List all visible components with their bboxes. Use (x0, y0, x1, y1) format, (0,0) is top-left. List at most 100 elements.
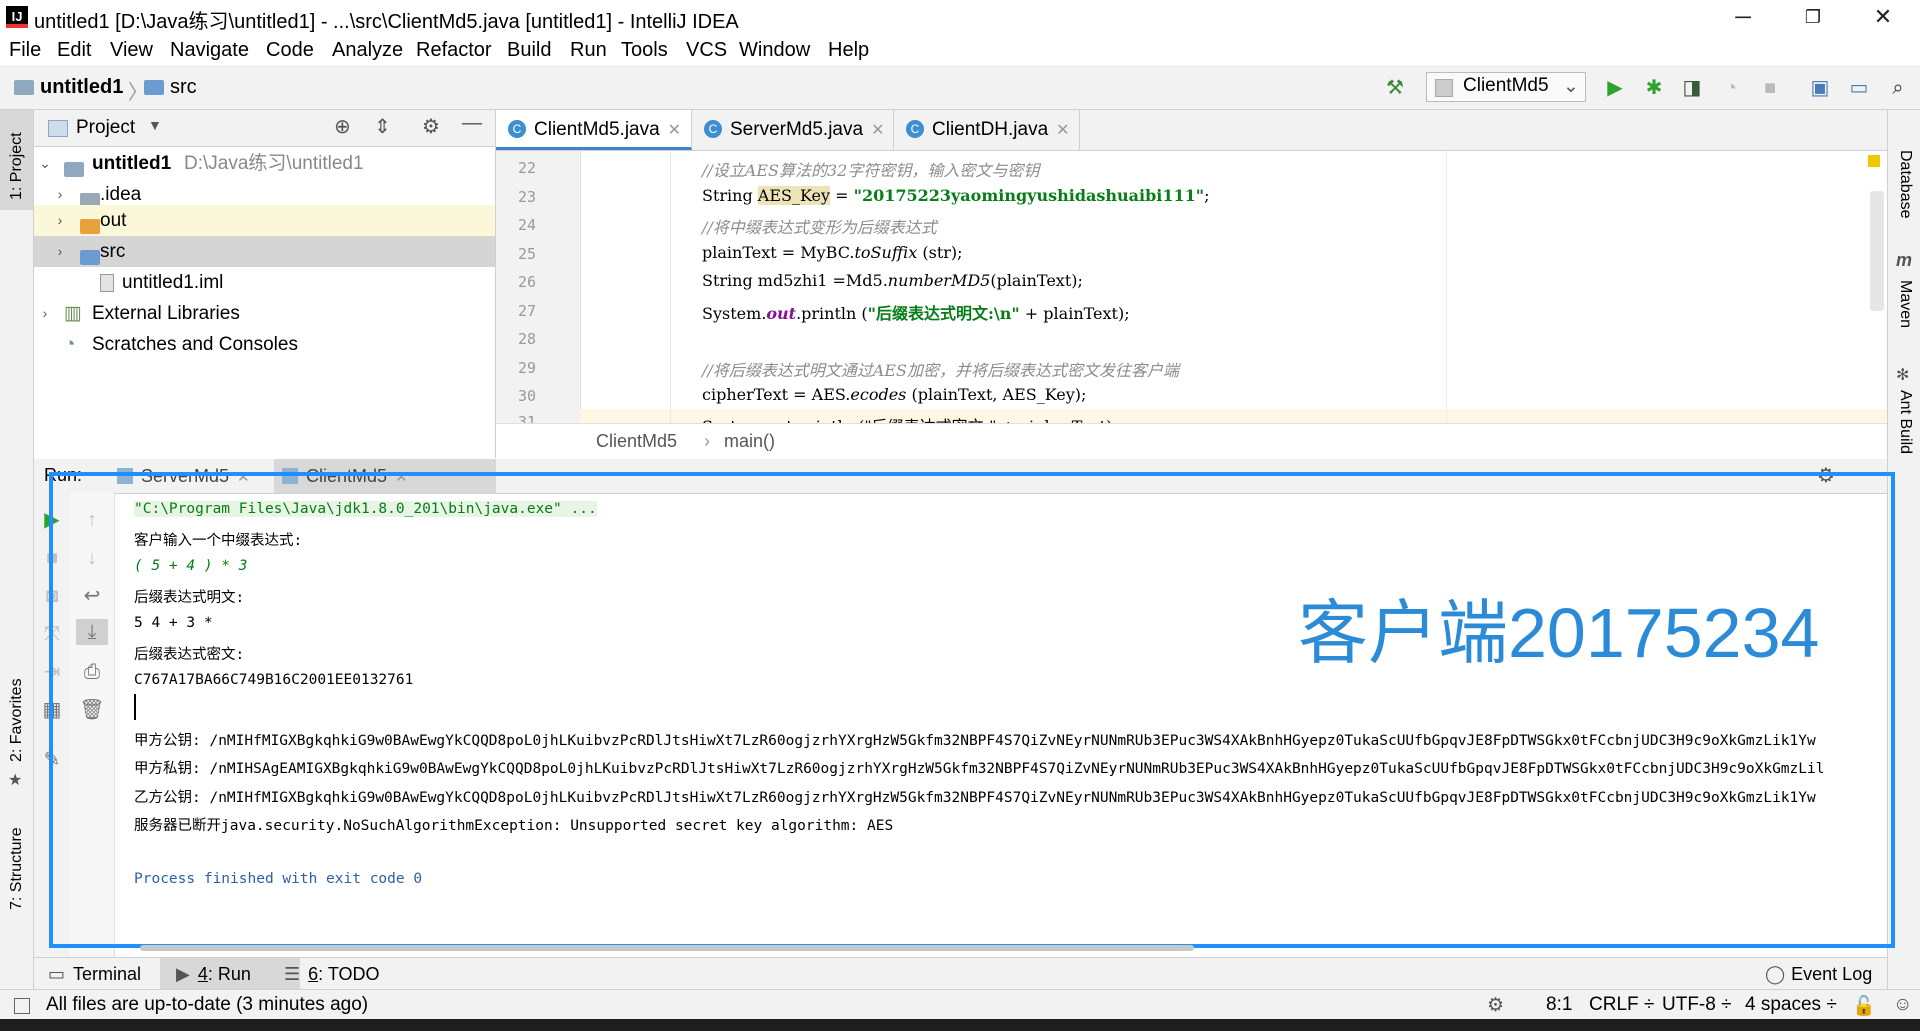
tab-terminal-label: Terminal (73, 964, 142, 984)
tree-item-untitled1[interactable]: ⌄ untitled1 D:\Java练习\untitled1 (34, 148, 495, 179)
maven-tool-label[interactable]: Maven (1896, 280, 1914, 328)
ant-build-tool-label[interactable]: Ant Build (1896, 390, 1914, 454)
chevron-right-icon[interactable]: › (53, 236, 67, 267)
maven-icon: m (1896, 250, 1913, 270)
star-icon: ★ (8, 772, 23, 789)
menu-code[interactable]: Code (266, 39, 314, 62)
tab-clientdh[interactable]: C ClientDH.java ✕ (894, 110, 1080, 150)
project-structure-icon[interactable]: ▣ (1808, 76, 1832, 100)
tab-terminal[interactable]: ▭ Terminal (48, 958, 163, 990)
search-icon[interactable]: ⌕ (1886, 76, 1910, 100)
warning-marker-icon[interactable] (1868, 155, 1880, 167)
menu-refactor[interactable]: Refactor (416, 39, 492, 62)
favorites-tool-label[interactable]: 2: Favorites (8, 678, 26, 762)
menu-analyze[interactable]: Analyze (332, 39, 403, 62)
close-tab-icon[interactable]: ✕ (871, 122, 884, 139)
code-editor[interactable]: 22 23 24 25 26 27 28 29 30 31 //设立AES算法的… (496, 151, 1887, 423)
tab-servermd5[interactable]: C ServerMd5.java ✕ (692, 110, 894, 150)
intellij-logo-icon: IJ (6, 6, 28, 28)
menu-help[interactable]: Help (828, 39, 869, 62)
tab-todo-label: : TODO (318, 964, 380, 984)
build-hammer-icon[interactable]: ⚒ (1383, 76, 1407, 100)
line-number: 29 (517, 359, 536, 377)
hide-panel-icon[interactable]: — (462, 112, 482, 135)
source-folder-icon (80, 250, 100, 265)
database-tool-label[interactable]: Database (1896, 150, 1914, 219)
breadcrumb-src[interactable]: src (144, 76, 197, 99)
menu-bar: File Edit View Navigate Code Analyze Ref… (0, 36, 1920, 67)
tree-item-external-libraries[interactable]: › ▥ External Libraries (34, 298, 495, 329)
tab-todo[interactable]: ☰ 6: TODO (284, 958, 414, 990)
editor-breadcrumb: ClientMd5 › main() (496, 423, 1887, 460)
menu-vcs[interactable]: VCS (686, 39, 727, 62)
left-tool-strip: 1: Project 2: Favorites ★ 7: Structure (0, 110, 34, 990)
os-taskbar (0, 1019, 1920, 1031)
console-horizontal-scrollbar[interactable] (140, 945, 1194, 951)
project-panel-header: Project ▼ ⊕ ⇕ ⚙ — (34, 110, 495, 147)
code-token: = (830, 186, 854, 205)
menu-run[interactable]: Run (570, 39, 607, 62)
tab-clientmd5[interactable]: C ClientMd5.java ✕ (496, 110, 692, 150)
status-toggle-icon[interactable] (14, 998, 30, 1014)
ant-icon: ✻ (1896, 367, 1910, 384)
tree-item-out[interactable]: › out (34, 205, 495, 236)
menu-view[interactable]: View (110, 39, 153, 62)
menu-build[interactable]: Build (507, 39, 551, 62)
debug-icon[interactable]: ✱ (1642, 76, 1666, 100)
locate-icon[interactable]: ⊕ (334, 114, 351, 139)
run-icon[interactable]: ▶ (1603, 76, 1627, 100)
stop-icon[interactable]: ■ (1758, 76, 1782, 100)
close-tab-icon[interactable]: ✕ (1056, 122, 1069, 139)
project-view-select[interactable]: Project (76, 117, 135, 139)
module-folder-icon (64, 162, 84, 177)
code-token: System. (702, 304, 767, 323)
tree-item-src[interactable]: › src (34, 236, 495, 267)
tree-item-path: D:\Java练习\untitled1 (184, 153, 364, 174)
profile-icon[interactable]: ◔ (1719, 76, 1743, 100)
tree-item-scratches[interactable]: ◔ Scratches and Consoles (34, 329, 495, 360)
code-line-22: //设立AES算法的32字符密钥，输入密文与密钥 (702, 161, 1040, 180)
tab-run-mnemonic: 4 (197, 964, 208, 984)
terminal-view-icon[interactable]: ▭ (1847, 76, 1871, 100)
menu-window[interactable]: Window (739, 39, 810, 62)
menu-edit[interactable]: Edit (57, 39, 91, 62)
structure-tool-label[interactable]: 7: Structure (8, 827, 26, 910)
code-token: out (766, 304, 797, 323)
menu-file[interactable]: File (9, 39, 41, 62)
breadcrumb-separator: › (704, 431, 710, 451)
tab-run[interactable]: ▶ 4: Run (160, 958, 300, 990)
close-tab-icon[interactable]: ✕ (668, 122, 681, 139)
close-button[interactable]: ✕ (1853, 0, 1913, 36)
run-coverage-icon[interactable]: ◨ (1680, 76, 1704, 100)
tab-event-log[interactable]: ◯ Event Log (1765, 958, 1885, 990)
menu-navigate[interactable]: Navigate (170, 39, 249, 62)
inspector-icon[interactable]: ☺ (1893, 994, 1912, 1016)
breadcrumb-project-label: untitled1 (40, 76, 124, 98)
caret-down-icon[interactable]: ▼ (148, 117, 162, 133)
minimize-button[interactable]: ─ (1713, 0, 1773, 36)
breadcrumb-class[interactable]: ClientMd5 (596, 431, 677, 452)
code-line-26: String md5zhi1 =Md5.numberMD5(plainText)… (702, 271, 1083, 290)
hector-icon[interactable]: ⚙ (1487, 994, 1504, 1017)
chevron-right-icon[interactable]: › (53, 205, 67, 236)
restore-button[interactable]: ❐ (1783, 0, 1843, 36)
chevron-down-icon[interactable]: ⌄ (38, 148, 52, 179)
code-token: (plainText, AES_Key); (906, 385, 1087, 404)
editor-scrollbar[interactable] (1870, 191, 1884, 311)
caret-position[interactable]: 8:1 (1546, 994, 1572, 1016)
collapse-all-icon[interactable]: ⇕ (374, 114, 391, 139)
lock-icon[interactable]: 🔓 (1852, 994, 1876, 1018)
code-token: plainText = MyBC. (702, 243, 855, 262)
breadcrumb-method[interactable]: main() (724, 431, 775, 452)
line-separator[interactable]: CRLF ÷ (1589, 994, 1654, 1016)
tree-item-iml[interactable]: untitled1.iml (34, 267, 495, 298)
file-encoding[interactable]: UTF-8 ÷ (1662, 994, 1732, 1016)
chevron-right-icon[interactable]: › (38, 298, 52, 329)
run-config-select[interactable]: ClientMd5 ⌄ (1426, 72, 1586, 102)
menu-tools[interactable]: Tools (621, 39, 668, 62)
tree-item-label: untitled1.iml (122, 272, 224, 293)
breadcrumb-project[interactable]: untitled1 (14, 76, 123, 99)
code-line-29: //将后缀表达式明文通过AES加密，并将后缀表达式密文发往客户端 (702, 361, 1179, 380)
gear-icon[interactable]: ⚙ (422, 114, 440, 139)
indent-setting[interactable]: 4 spaces ÷ (1745, 994, 1837, 1016)
